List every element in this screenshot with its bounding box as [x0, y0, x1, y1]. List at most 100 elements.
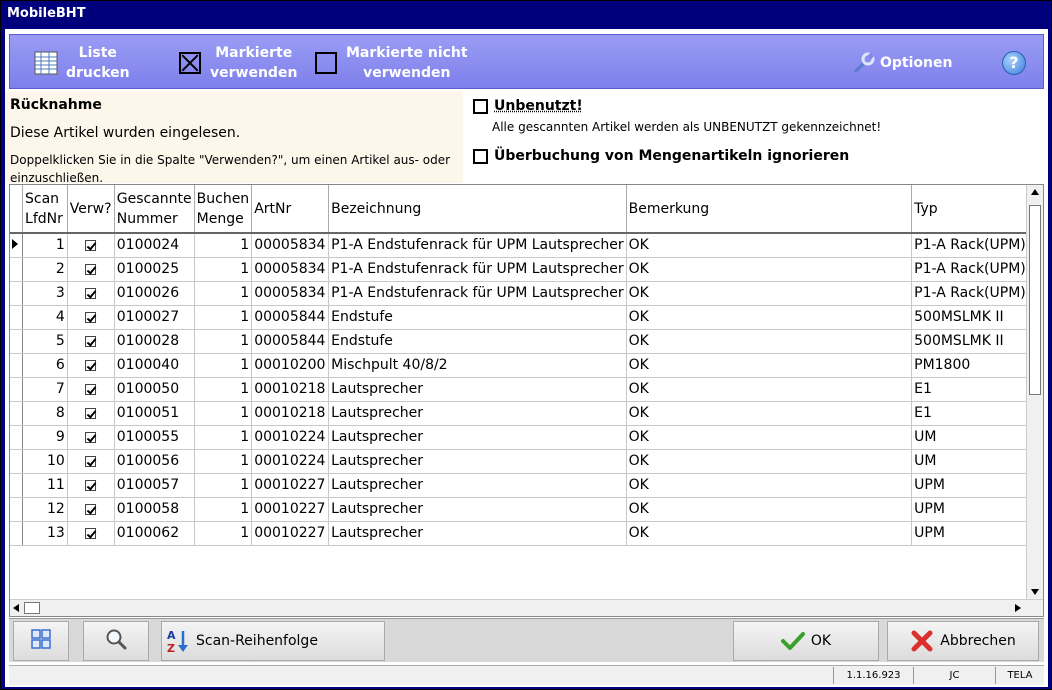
- window-title: MobileBHT: [1, 1, 1051, 27]
- cell-use-checkbox[interactable]: [67, 449, 115, 474]
- use-checkbox[interactable]: [85, 359, 97, 371]
- cell-scanned-number: 0100050: [114, 377, 195, 402]
- use-marked-button[interactable]: Markierte verwenden: [178, 35, 297, 90]
- cell-use-checkbox[interactable]: [67, 305, 115, 330]
- horizontal-scroll-thumb[interactable]: [24, 602, 40, 614]
- use-checkbox[interactable]: [85, 527, 97, 539]
- row-indicator[interactable]: [10, 305, 23, 330]
- use-checkbox[interactable]: [85, 407, 97, 419]
- cell-remark: OK: [626, 329, 913, 354]
- row-indicator[interactable]: [10, 401, 23, 426]
- table-row[interactable]: 10 0100056 1 00010224 Lautsprecher OK UM: [10, 449, 1043, 474]
- cell-use-checkbox[interactable]: [67, 377, 115, 402]
- table-row[interactable]: 6 0100040 1 00010200 Mischpult 40/8/2 OK PM180…: [10, 353, 1043, 378]
- table-row[interactable]: 11 0100057 1 00010227 Lautsprecher OK UPM: [10, 473, 1043, 498]
- search-button[interactable]: [83, 621, 149, 661]
- row-indicator[interactable]: [10, 497, 23, 522]
- unused-checkbox[interactable]: Unbenutzt!: [473, 98, 583, 114]
- articles-grid[interactable]: Scan LfdNr Verw? Gescannte Nummer Buchen…: [9, 184, 1044, 617]
- row-indicator[interactable]: [10, 329, 23, 354]
- cell-description: Mischpult 40/8/2: [328, 353, 627, 378]
- overbooking-checkbox[interactable]: Überbuchung von Mengenartikeln ignoriere…: [473, 148, 849, 164]
- cell-use-checkbox[interactable]: [67, 329, 115, 354]
- dont-use-marked-button[interactable]: Markierte nicht verwenden: [314, 35, 468, 90]
- cell-scan-number: 4: [22, 305, 68, 330]
- table-row[interactable]: 7 0100050 1 00010218 Lautsprecher OK E1: [10, 377, 1043, 402]
- table-row[interactable]: 8 0100051 1 00010218 Lautsprecher OK E1: [10, 401, 1043, 426]
- use-checkbox[interactable]: [85, 503, 97, 515]
- cell-use-checkbox[interactable]: [67, 521, 115, 546]
- table-row[interactable]: 2 0100025 1 00005834 P1-A Endstufenrack für …: [10, 257, 1043, 282]
- use-checkbox[interactable]: [85, 431, 97, 443]
- row-indicator[interactable]: [10, 473, 23, 498]
- use-checkbox[interactable]: [85, 479, 97, 491]
- vertical-scroll-thumb[interactable]: [1029, 205, 1041, 395]
- cell-use-checkbox[interactable]: [67, 497, 115, 522]
- cell-scan-number: 5: [22, 329, 68, 354]
- row-indicator[interactable]: [10, 281, 23, 306]
- print-list-button[interactable]: Liste drucken: [34, 35, 130, 90]
- row-indicator[interactable]: [10, 233, 23, 258]
- table-row[interactable]: 4 0100027 1 00005844 Endstufe OK 500MSLMK II: [10, 305, 1043, 330]
- scroll-right-arrow-icon[interactable]: [1015, 604, 1021, 612]
- use-checkbox[interactable]: [85, 311, 97, 323]
- row-indicator[interactable]: [10, 425, 23, 450]
- row-indicator[interactable]: [10, 449, 23, 474]
- row-indicator[interactable]: [10, 257, 23, 282]
- cell-use-checkbox[interactable]: [67, 281, 115, 306]
- column-header[interactable]: Verw?: [67, 185, 115, 234]
- column-header[interactable]: ArtNr: [251, 185, 330, 234]
- cell-use-checkbox[interactable]: [67, 353, 115, 378]
- cell-article-number: 00010218: [251, 401, 330, 426]
- table-row[interactable]: 3 0100026 1 00005834 P1-A Endstufenrack für …: [10, 281, 1043, 306]
- column-header[interactable]: Bezeichnung: [328, 185, 627, 234]
- grid-view-button[interactable]: [13, 621, 69, 661]
- cell-use-checkbox[interactable]: [67, 401, 115, 426]
- row-indicator[interactable]: [10, 377, 23, 402]
- cell-type: 500MSLMK II: [911, 305, 1043, 330]
- cell-use-checkbox[interactable]: [67, 473, 115, 498]
- table-row[interactable]: 9 0100055 1 00010224 Lautsprecher OK UM: [10, 425, 1043, 450]
- column-header[interactable]: Scan LfdNr: [22, 185, 68, 234]
- scroll-left-arrow-icon[interactable]: [13, 604, 19, 612]
- table-row[interactable]: 13 0100062 1 00010227 Lautsprecher OK UPM: [10, 521, 1043, 546]
- cell-use-checkbox[interactable]: [67, 233, 115, 258]
- help-button[interactable]: ?: [1002, 35, 1026, 90]
- use-checkbox[interactable]: [85, 455, 97, 467]
- horizontal-scrollbar[interactable]: [10, 599, 1043, 616]
- row-indicator[interactable]: [10, 353, 23, 378]
- unused-label: Unbenutzt!: [494, 98, 583, 114]
- row-indicator[interactable]: [10, 521, 23, 546]
- vertical-scrollbar[interactable]: [1026, 185, 1043, 599]
- overbooking-checkbox-box[interactable]: [473, 148, 488, 164]
- column-header[interactable]: Gescannte Nummer: [114, 185, 195, 234]
- scan-order-sort-button[interactable]: AZ Scan-Reihenfolge: [161, 621, 385, 661]
- cell-scanned-number: 0100062: [114, 521, 195, 546]
- column-header[interactable]: Bemerkung: [626, 185, 913, 234]
- ok-button[interactable]: OK: [733, 621, 879, 661]
- cancel-button[interactable]: Abbrechen: [887, 621, 1039, 661]
- info-title: Rücknahme: [10, 97, 102, 113]
- options-button[interactable]: Optionen: [852, 35, 952, 90]
- use-checkbox[interactable]: [85, 263, 97, 275]
- wrench-icon: [852, 51, 876, 75]
- column-header[interactable]: Buchen Menge: [194, 185, 253, 234]
- cell-description: P1-A Endstufenrack für UPM Lautsprecher: [328, 233, 627, 258]
- table-row[interactable]: 1 0100024 1 00005834 P1-A Endstufenrack für …: [10, 233, 1043, 258]
- unused-checkbox-box[interactable]: [473, 98, 488, 114]
- use-checkbox[interactable]: [85, 239, 97, 251]
- use-checkbox[interactable]: [85, 335, 97, 347]
- use-checkbox[interactable]: [85, 287, 97, 299]
- cell-type: E1: [911, 401, 1043, 426]
- scroll-down-arrow-icon[interactable]: [1031, 589, 1039, 595]
- dont-use-marked-label: Markierte nicht verwenden: [346, 44, 468, 81]
- cell-scanned-number: 0100026: [114, 281, 195, 306]
- use-checkbox[interactable]: [85, 383, 97, 395]
- cell-use-checkbox[interactable]: [67, 257, 115, 282]
- table-row[interactable]: 5 0100028 1 00005844 Endstufe OK 500MSLMK II: [10, 329, 1043, 354]
- cell-remark: OK: [626, 497, 913, 522]
- column-header[interactable]: Typ: [911, 185, 1043, 234]
- table-row[interactable]: 12 0100058 1 00010227 Lautsprecher OK UPM: [10, 497, 1043, 522]
- cell-use-checkbox[interactable]: [67, 425, 115, 450]
- scroll-up-arrow-icon[interactable]: [1031, 189, 1039, 195]
